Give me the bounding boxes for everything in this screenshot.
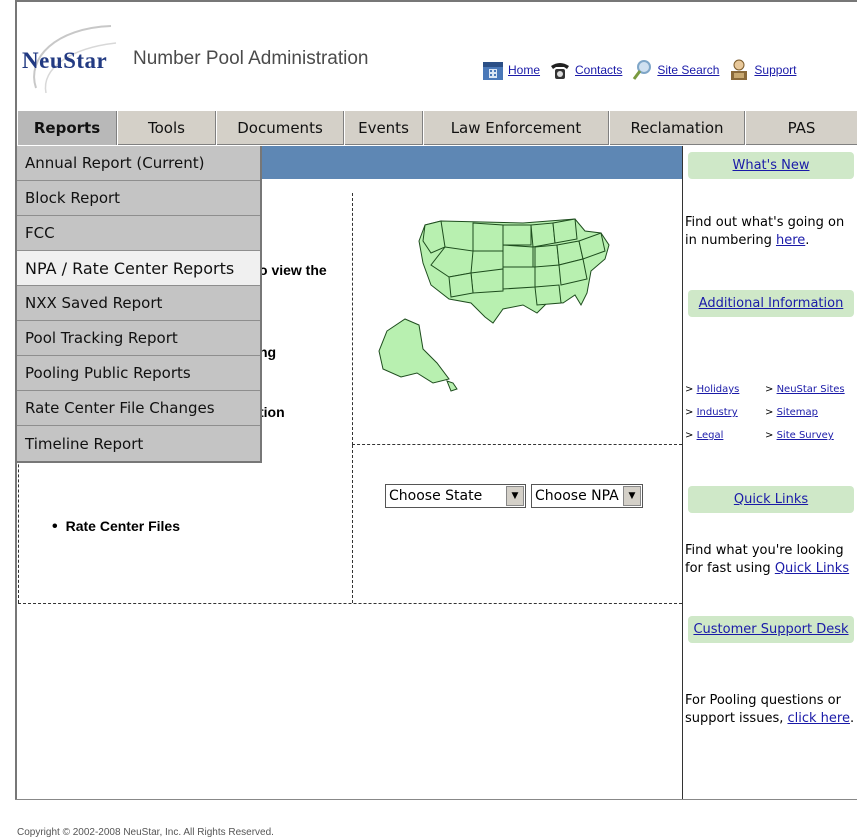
customer-support-link[interactable]: Customer Support Desk	[693, 622, 848, 637]
support-icon[interactable]	[727, 58, 751, 82]
contacts-link[interactable]: Contacts	[575, 63, 622, 77]
menu-pas[interactable]: PAS	[745, 111, 857, 145]
reports-dropdown-menu: Annual Report (Current) Block Report FCC…	[17, 146, 262, 463]
choose-state-select[interactable]: Choose State ▼	[385, 484, 526, 508]
click-here-link[interactable]: click here	[787, 711, 849, 726]
select-panel	[352, 445, 682, 603]
content-divider	[18, 603, 682, 604]
whats-new-heading: What's New	[688, 152, 854, 179]
support-link[interactable]: Support	[754, 63, 796, 77]
menu-documents[interactable]: Documents	[216, 111, 344, 145]
info-links-row: > Legal > Site Survey	[685, 430, 834, 441]
sitemap-link[interactable]: Sitemap	[777, 407, 818, 418]
additional-info-heading: Additional Information	[688, 290, 854, 317]
menu-reclamation[interactable]: Reclamation	[609, 111, 745, 145]
choose-npa-value: Choose NPA	[535, 488, 619, 504]
dropdown-item-timeline-report[interactable]: Timeline Report	[17, 426, 260, 461]
dropdown-item-nxx-saved-report[interactable]: NXX Saved Report	[17, 286, 260, 321]
info-links-row: > Industry > Sitemap	[685, 407, 818, 418]
neustar-logo[interactable]: NeuStar	[22, 48, 107, 74]
customer-support-heading: Customer Support Desk	[688, 616, 854, 643]
chevron-down-icon[interactable]: ▼	[623, 486, 641, 506]
choose-npa-select[interactable]: Choose NPA ▼	[531, 484, 643, 508]
map-panel	[352, 193, 682, 445]
whats-new-here-link[interactable]: here	[776, 233, 805, 248]
dropdown-item-pooling-public-reports[interactable]: Pooling Public Reports	[17, 356, 260, 391]
intro-text-fragment-1: o view the	[259, 262, 327, 278]
whats-new-link[interactable]: What's New	[733, 158, 810, 173]
legal-link[interactable]: Legal	[697, 430, 724, 441]
quick-links-inline-link[interactable]: Quick Links	[775, 561, 849, 576]
dropdown-item-annual-report[interactable]: Annual Report (Current)	[17, 146, 260, 181]
menu-reports[interactable]: Reports	[17, 111, 117, 145]
whats-new-description: Find out what's going on in numbering	[685, 215, 845, 248]
telephone-icon[interactable]	[548, 58, 572, 82]
site-tagline: Number Pool Administration	[133, 48, 369, 69]
info-links-row: > Holidays > NeuStar Sites	[685, 384, 845, 395]
us-map-image[interactable]	[353, 193, 683, 445]
quick-links-text: Find what you're looking for fast using …	[685, 542, 855, 578]
copyright-notice: Copyright © 2002-2008 NeuStar, Inc. All …	[17, 827, 274, 838]
sidebar-divider	[682, 146, 683, 800]
page: NeuStar Number Pool Administration Home …	[0, 0, 857, 840]
top-links: Home Contacts Site Search Support	[481, 58, 796, 82]
search-icon[interactable]	[630, 58, 654, 82]
home-link[interactable]: Home	[508, 63, 540, 77]
quick-links-heading: Quick Links	[688, 486, 854, 513]
dropdown-item-pool-tracking-report[interactable]: Pool Tracking Report	[17, 321, 260, 356]
intro-text-fragment-3: tion	[259, 404, 285, 420]
dropdown-item-rate-center-file-changes[interactable]: Rate Center File Changes	[17, 391, 260, 426]
menu-events[interactable]: Events	[344, 111, 423, 145]
chevron-down-icon[interactable]: ▼	[506, 486, 524, 506]
menu-law-enforcement[interactable]: Law Enforcement	[423, 111, 609, 145]
menu-tools[interactable]: Tools	[117, 111, 216, 145]
additional-info-link[interactable]: Additional Information	[699, 296, 844, 311]
site-search-link[interactable]: Site Search	[657, 63, 719, 77]
dropdown-item-npa-rate-center-reports[interactable]: NPA / Rate Center Reports	[17, 251, 260, 286]
rate-center-files-label[interactable]: Rate Center Files	[66, 518, 180, 534]
holidays-link[interactable]: Holidays	[697, 384, 740, 395]
site-survey-link[interactable]: Site Survey	[777, 430, 834, 441]
home-icon[interactable]	[481, 58, 505, 82]
neustar-sites-link[interactable]: NeuStar Sites	[777, 384, 845, 395]
customer-support-text: For Pooling questions or support issues,…	[685, 693, 855, 726]
quick-links-title-link[interactable]: Quick Links	[734, 492, 808, 507]
whats-new-text: Find out what's going on in numbering he…	[685, 215, 845, 248]
info-links-grid: > Holidays > NeuStar Sites > Industry > …	[685, 384, 857, 453]
footer-divider	[15, 799, 857, 800]
dropdown-item-block-report[interactable]: Block Report	[17, 181, 260, 216]
dropdown-item-fcc[interactable]: FCC	[17, 216, 260, 251]
choose-state-value: Choose State	[389, 488, 483, 504]
industry-link[interactable]: Industry	[697, 407, 738, 418]
rate-center-files-item: • Rate Center Files	[52, 518, 180, 535]
main-menubar: Reports Tools Documents Events Law Enfor…	[17, 110, 857, 145]
